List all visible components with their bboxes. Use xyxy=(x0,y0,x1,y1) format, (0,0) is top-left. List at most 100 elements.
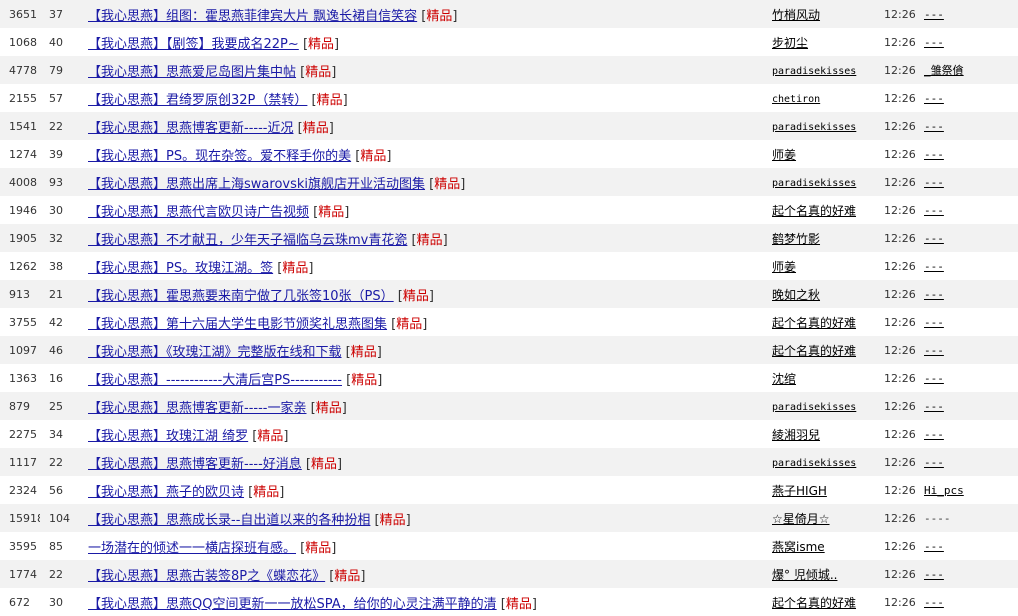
thread-title-link[interactable]: 【我心思燕】思燕爱尼岛图片集中帖 xyxy=(88,65,296,80)
last-poster-link[interactable]: --- xyxy=(924,428,944,441)
thread-title-link[interactable]: 【我心思燕】思燕博客更新----好消息 xyxy=(88,457,302,472)
thread-title-link[interactable]: 【我心思燕】组图：霍思燕菲律宾大片 飘逸长裙自信笑容 xyxy=(88,9,417,24)
thread-title-link[interactable]: 【我心思燕】思燕成长录--自出道以来的各种扮相 xyxy=(88,513,370,528)
reply-count: 85 xyxy=(49,539,63,553)
thread-title-link[interactable]: 【我心思燕】【剧签】我要成名22P~ xyxy=(88,37,299,52)
author-link[interactable]: 晚如之秋 xyxy=(772,288,820,302)
thread-title-cell: 【我心思燕】思燕古装签8P之《蝶恋花》 [精品] xyxy=(88,560,772,588)
thread-title-link[interactable]: 【我心思燕】思燕出席上海swarovski旗舰店开业活动图集 xyxy=(88,177,425,192)
author-link[interactable]: ☆星倚月☆ xyxy=(772,512,830,526)
table-row: 1117 22 【我心思燕】思燕博客更新----好消息 [精品] paradiseki… xyxy=(0,448,1018,476)
author-link[interactable]: chetiron xyxy=(772,94,820,105)
last-poster-link[interactable]: --- xyxy=(924,400,944,413)
post-time: 12:26 xyxy=(884,455,916,469)
table-row: 15918104【我心思燕】思燕成长录--自出道以来的各种扮相 [精品]☆星倚月… xyxy=(0,504,1018,532)
author-link[interactable]: 燕子HIGH xyxy=(772,484,827,498)
last-poster-cell: --- xyxy=(922,280,1018,308)
author-link[interactable]: paradisekisses xyxy=(772,458,856,469)
reply-count: 39 xyxy=(49,147,63,161)
thread-title: 思燕出席上海swarovski旗舰店开业活动图集 xyxy=(166,176,426,192)
author-link[interactable]: 起个名真的好难 xyxy=(772,204,856,218)
author-link[interactable]: 綾湘羽兒 xyxy=(772,428,820,442)
author-link[interactable]: paradisekisses xyxy=(772,402,856,413)
thread-title-cell: 【我心思燕】第十六届大学生电影节颁奖礼思燕图集 [精品] xyxy=(88,308,772,336)
last-poster-cell: --- xyxy=(922,532,1018,560)
author-link[interactable]: 师姜 xyxy=(772,148,796,162)
thread-title-cell: 【我心思燕】不才献丑，少年天子福临乌云珠mv青花瓷 [精品] xyxy=(88,224,772,252)
last-poster-link[interactable]: --- xyxy=(924,372,944,385)
thread-title-link[interactable]: 【我心思燕】君绮罗原创32P（禁转） xyxy=(88,93,307,108)
thread-tag: 【我心思燕】 xyxy=(88,344,167,360)
last-poster-link[interactable]: --- xyxy=(924,456,944,469)
last-poster-link[interactable]: --- xyxy=(924,288,944,301)
author-link[interactable]: 起个名真的好难 xyxy=(772,344,856,358)
table-row: 1774 22 【我心思燕】思燕古装签8P之《蝶恋花》 [精品] 爆° 児倾城.. 12… xyxy=(0,560,1018,588)
thread-title-link[interactable]: 【我心思燕】------------大清后宫PS----------- xyxy=(88,373,342,388)
thread-title-link[interactable]: 【我心思燕】PS。玫瑰江湖。签 xyxy=(88,261,273,276)
last-poster-link[interactable]: --- xyxy=(924,148,944,161)
last-poster-link[interactable]: --- xyxy=(924,596,944,609)
last-poster-link[interactable]: --- xyxy=(924,36,944,49)
thread-title-link[interactable]: 【我心思燕】思燕古装签8P之《蝶恋花》 xyxy=(88,569,325,584)
last-poster-cell: --- xyxy=(922,392,1018,420)
last-poster-link[interactable]: --- xyxy=(924,540,944,553)
thread-title-cell: 【我心思燕】思燕出席上海swarovski旗舰店开业活动图集 [精品] xyxy=(88,168,772,196)
thread-title-link[interactable]: 【我心思燕】霍思燕要来南宁做了几张签10张（PS） xyxy=(88,289,394,304)
thread-title-link[interactable]: 【我心思燕】燕子的欧贝诗 xyxy=(88,485,244,500)
thread-title: 思燕爱尼岛图片集中帖 xyxy=(166,64,297,80)
thread-title-cell: 【我心思燕】玫瑰江湖 绮罗 [精品] xyxy=(88,420,772,448)
thread-title-link[interactable]: 【我心思燕】玫瑰江湖 绮罗 xyxy=(88,429,248,444)
reply-count: 21 xyxy=(49,287,63,301)
thread-title-link[interactable]: 【我心思燕】思燕博客更新-----近况 xyxy=(88,121,293,136)
last-poster-link[interactable]: --- xyxy=(924,204,944,217)
author-link[interactable]: 起个名真的好难 xyxy=(772,316,856,330)
view-count: 1774 xyxy=(9,567,37,581)
thread-title-link[interactable]: 【我心思燕】思燕代言欧贝诗广告视频 xyxy=(88,205,309,220)
thread-title-link[interactable]: 【我心思燕】PS。现在杂签。爱不释手你的美 xyxy=(88,149,351,164)
view-count: 1068 xyxy=(9,35,37,49)
thread-title-link[interactable]: 【我心思燕】思燕博客更新-----一家亲 xyxy=(88,401,306,416)
last-poster-link[interactable]: --- xyxy=(924,232,944,245)
thread-title: 燕子的欧贝诗 xyxy=(166,484,245,500)
last-poster-link[interactable]: --- xyxy=(924,8,944,21)
post-time: 12:26 xyxy=(884,315,916,329)
author-link[interactable]: paradisekisses xyxy=(772,178,856,189)
author-link[interactable]: 爆° 児倾城.. xyxy=(772,568,837,582)
thread-title-link[interactable]: 【我心思燕】不才献丑，少年天子福临乌云珠mv青花瓷 xyxy=(88,233,407,248)
table-row: 1097 46 【我心思燕】《玫瑰江湖》完整版在线和下载 [精品] 起个名真的好难 12… xyxy=(0,336,1018,364)
thread-title-cell: 一场潜在的倾述一一横店探班有感。 [精品] xyxy=(88,532,772,560)
thread-title-link[interactable]: 【我心思燕】《玫瑰江湖》完整版在线和下载 xyxy=(88,345,342,360)
author-link[interactable]: 师姜 xyxy=(772,260,796,274)
author-link[interactable]: 燕窝isme xyxy=(772,540,825,554)
last-poster-link[interactable]: --- xyxy=(924,316,944,329)
author-link[interactable]: 步初尘 xyxy=(772,36,808,50)
last-poster-link[interactable]: --- xyxy=(924,176,944,189)
author-link[interactable]: 沈绾 xyxy=(772,372,796,386)
thread-tag: 【我心思燕】 xyxy=(88,92,167,108)
view-count: 4778 xyxy=(9,63,37,77)
author-link[interactable]: 起个名真的好难 xyxy=(772,596,856,610)
last-poster-link[interactable]: _雏祭僋 xyxy=(924,64,964,77)
view-count: 1097 xyxy=(9,343,37,357)
thread-title: 不才献丑，少年天子福临乌云珠mv青花瓷 xyxy=(166,232,408,248)
last-poster-link[interactable]: --- xyxy=(924,92,944,105)
last-poster-link[interactable]: --- xyxy=(924,344,944,357)
reply-count: 22 xyxy=(49,455,63,469)
view-count: 1363 xyxy=(9,371,37,385)
thread-title-link[interactable]: 一场潜在的倾述一一横店探班有感。 xyxy=(88,541,296,556)
author-link[interactable]: paradisekisses xyxy=(772,66,856,77)
author-link[interactable]: 鹤梦竹影 xyxy=(772,232,820,246)
thread-title: 一场潜在的倾述一一横店探班有感。 xyxy=(88,540,297,556)
author-link[interactable]: 竹梢风动 xyxy=(772,8,820,22)
last-poster-link[interactable]: Hi_pcs xyxy=(924,484,964,497)
last-poster-link[interactable]: --- xyxy=(924,260,944,273)
author-link[interactable]: paradisekisses xyxy=(772,122,856,133)
last-poster-cell: Hi_pcs xyxy=(922,476,1018,504)
last-poster-link[interactable]: --- xyxy=(924,568,944,581)
elite-badge: [精品] xyxy=(297,120,334,136)
last-poster-link[interactable]: --- xyxy=(924,120,944,133)
thread-title-link[interactable]: 【我心思燕】思燕QQ空间更新一一放松SPA，给你的心灵注满平静的清 xyxy=(88,597,497,612)
thread-title: 思燕博客更新-----一家亲 xyxy=(166,400,307,416)
thread-title-link[interactable]: 【我心思燕】第十六届大学生电影节颁奖礼思燕图集 xyxy=(88,317,387,332)
elite-badge: [精品] xyxy=(346,372,383,388)
